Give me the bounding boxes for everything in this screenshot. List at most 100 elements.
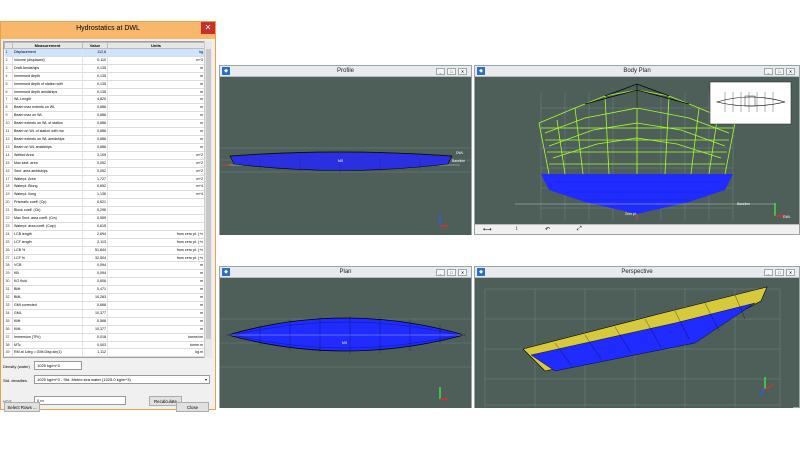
table-row[interactable]: 36 KML 10,377 m: [4, 325, 205, 334]
table-row[interactable]: 18 Waterpl. Blong 0,652 m^4: [4, 182, 205, 192]
table-row[interactable]: 16 Sect. area amidships 0,052 m^2: [4, 167, 205, 176]
perspective-view[interactable]: ◆ Perspective _ □ ✕: [474, 266, 800, 408]
table-row[interactable]: 11 Beam on WL of station with ma 0,686 m: [4, 127, 205, 136]
perspective-canvas[interactable]: [475, 279, 793, 408]
body-plan-view[interactable]: ◆ Body Plan _ □ ✕ Zero pt Baseline DWL ⟷…: [474, 65, 800, 235]
close-pane-icon[interactable]: ✕: [458, 269, 467, 276]
table-row[interactable]: 26 LCB % 51,844 from zero pt. (+v: [4, 246, 205, 255]
table-row[interactable]: 29 KB 0,094 m: [4, 269, 205, 279]
table-row[interactable]: 1 Displacement 112,6 kg: [4, 48, 205, 57]
value-cell: 0,003: [82, 341, 108, 350]
row-index: 20: [4, 198, 13, 208]
table-row[interactable]: 2 Volume (displaced) 0,110 m^3: [4, 56, 205, 65]
minimize-icon[interactable]: _: [764, 68, 773, 75]
row-index: 19: [4, 190, 13, 200]
table-row[interactable]: 27 LCF % 32,504 from zero pt. (+v: [4, 254, 205, 263]
dialog-titlebar[interactable]: Hydrostatics at DWL ✕: [1, 22, 215, 39]
table-row[interactable]: 23 Waterpl. area coeff. (Cwp) 0,615: [4, 222, 205, 231]
maximize-icon[interactable]: □: [775, 269, 784, 276]
zoom-extents-icon[interactable]: ⤢: [577, 226, 582, 233]
value-cell: 0,135: [82, 72, 108, 81]
close-icon[interactable]: ✕: [201, 22, 215, 34]
select-rows-button[interactable]: Select Rows ...: [4, 402, 40, 412]
close-pane-icon[interactable]: ✕: [786, 269, 795, 276]
row-index: 28: [4, 261, 13, 271]
table-row[interactable]: 15 Max sect. area 0,052 m^2: [4, 159, 205, 168]
units-cell: m: [107, 103, 205, 113]
close-pane-icon[interactable]: ✕: [786, 68, 795, 75]
value-cell: 0,559: [82, 214, 108, 223]
profile-canvas[interactable]: [220, 78, 471, 235]
measurement-cell: Volume (displaced): [12, 56, 83, 65]
value-cell: 0,668: [82, 301, 108, 310]
table-row[interactable]: 25 LCF length 2,113 from zero pt. (+v: [4, 238, 205, 247]
profile-view[interactable]: ◆ Profile _ □ ✕ DWL Baseline MS: [219, 65, 472, 235]
row-index: 30: [4, 277, 13, 287]
plan-view[interactable]: ◆ Plan _ □ ✕ MS: [219, 266, 472, 408]
table-row[interactable]: 12 Beam extents on WL amidships 0,686 m: [4, 135, 205, 144]
table-row[interactable]: 4 Immersed depth 0,135 m: [4, 72, 205, 81]
table-row[interactable]: 34 GML 10,377 m: [4, 309, 205, 318]
table-row[interactable]: 6 Immersed depth amidships 0,135 m: [4, 88, 205, 97]
table-row[interactable]: 7 WL Length 4,820 m: [4, 95, 205, 105]
table-row[interactable]: 39 RM at 1deg = GMt.Disp.sin(1) 1,112 kg.m: [4, 348, 205, 357]
table-row[interactable]: 35 KMt 0,566 m: [4, 317, 205, 326]
table-row[interactable]: 5 Immersed depth of station with 0,135 m: [4, 80, 205, 89]
scrollbar-thumb[interactable]: [206, 49, 211, 339]
value-cell: 0,052: [82, 167, 108, 176]
table-row[interactable]: 38 MTc 0,003 tonne.m: [4, 341, 205, 350]
close-pane-icon[interactable]: ✕: [458, 68, 467, 75]
table-row[interactable]: 33 GMt corrected 0,668 m: [4, 301, 205, 310]
measurement-cell: Wetted Area: [12, 151, 83, 160]
pan-horizontal-icon[interactable]: ⟷: [483, 226, 492, 233]
table-row[interactable]: 13 Beam on WL amidships 0,686 m: [4, 143, 205, 152]
vcg-input[interactable]: 0 m: [34, 396, 126, 405]
units-cell: m: [107, 269, 205, 279]
table-row[interactable]: 30 KG fluid 0,606 m: [4, 277, 205, 287]
dwl-label: DWL: [456, 151, 464, 155]
units-cell: m: [107, 135, 205, 144]
row-index: 21: [4, 206, 13, 216]
value-cell: 0,052: [82, 159, 108, 168]
minimize-icon[interactable]: _: [436, 269, 445, 276]
table-row[interactable]: 17 Waterpl. Area 1,727 m^2: [4, 175, 205, 184]
value-cell: 0,686: [82, 143, 108, 152]
table-row[interactable]: 40Length:Beam ratio5,769: [4, 356, 205, 357]
std-densities-select[interactable]: 1025 kg/m^3 - Std. Metric sea water (102…: [34, 375, 210, 384]
close-button[interactable]: Close: [176, 402, 209, 412]
table-scrollbar[interactable]: [204, 41, 212, 358]
table-row[interactable]: 32 BML 10,283 m: [4, 293, 205, 302]
units-cell: [107, 222, 205, 231]
value-cell: 0,686: [82, 103, 108, 113]
row-index: 25: [4, 238, 13, 247]
table-row[interactable]: 22 Max Sect. area coeff. (Cm) 0,559: [4, 214, 205, 223]
table-row[interactable]: 21 Block coeff. (Cb) 0,296: [4, 206, 205, 216]
minimize-icon[interactable]: _: [436, 68, 445, 75]
units-cell: m: [107, 285, 205, 295]
value-cell: 0,621: [82, 198, 108, 208]
density-input[interactable]: 1025 kg/m^3: [34, 361, 82, 370]
row-index: 16: [4, 167, 13, 176]
maximize-icon[interactable]: □: [447, 269, 456, 276]
table-row[interactable]: 37 Immersion (TPc) 0,018 tonne/cm: [4, 333, 205, 342]
table-row[interactable]: 14 Wetted Area 3,109 m^2: [4, 151, 205, 160]
table-row[interactable]: 10 Beam extents on WL of station 0,686 m: [4, 119, 205, 129]
table-row[interactable]: 3 Draft Amidships 0,135 m: [4, 64, 205, 73]
table-row[interactable]: 24 LCB length 2,694 from zero pt. (+v: [4, 230, 205, 239]
table-row[interactable]: 9 Beam max on WL 0,686 m: [4, 111, 205, 121]
minimize-icon[interactable]: _: [764, 269, 773, 276]
table-row[interactable]: 19 Waterpl. Ilong 1,136 m^4: [4, 190, 205, 200]
value-cell: 0,135: [82, 64, 108, 73]
rotate-icon[interactable]: ↶: [545, 226, 550, 233]
value-cell: 0,471: [82, 285, 108, 295]
maximize-icon[interactable]: □: [447, 68, 456, 75]
table-row[interactable]: 28 VCB 0,094 m: [4, 261, 205, 271]
table-row[interactable]: 31 BMt 0,471 m: [4, 285, 205, 295]
table-row[interactable]: 20 Prismatic coeff. (Cp) 0,621: [4, 198, 205, 208]
table-row[interactable]: 8 Beam max extents on WL 0,686 m: [4, 103, 205, 113]
row-index: 38: [4, 341, 13, 350]
pan-vertical-icon[interactable]: ↕: [515, 226, 518, 232]
overview-inset[interactable]: [709, 81, 792, 125]
maximize-icon[interactable]: □: [775, 68, 784, 75]
units-cell: from zero pt. (+v: [107, 254, 205, 263]
